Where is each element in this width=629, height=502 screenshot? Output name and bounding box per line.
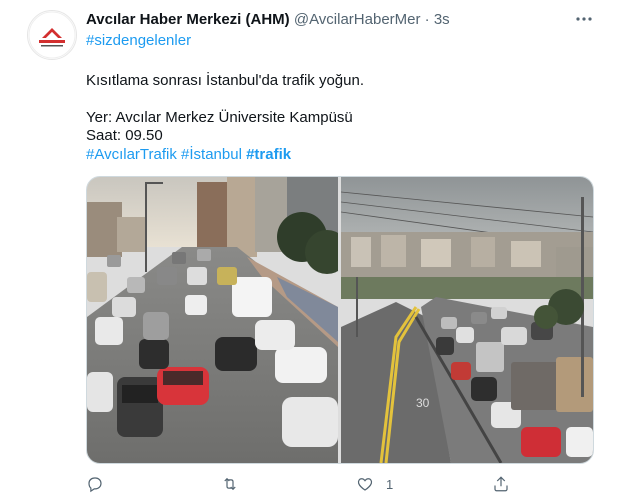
separator-dot: · (424, 11, 430, 28)
tweet-media: 30 (86, 176, 594, 464)
avatar-logo-icon (28, 11, 76, 59)
like-count: 1 (386, 476, 394, 492)
tweet-header: Avcılar Haber Merkezi (AHM) @AvcilarHabe… (86, 11, 450, 29)
hashtag-trafik[interactable]: #trafik (246, 146, 291, 163)
tweet-text-line-3: Saat: 09.50 (86, 127, 163, 144)
retweet-button[interactable] (221, 474, 239, 494)
svg-text:30: 30 (416, 396, 430, 410)
reply-button[interactable] (86, 474, 104, 494)
timestamp[interactable]: 3s (434, 11, 450, 28)
tweet-text-line-2: Yer: Avcılar Merkez Üniversite Kampüsü (86, 109, 353, 126)
traffic-photo-highway[interactable]: 30 (341, 177, 593, 463)
heart-icon (357, 478, 373, 491)
more-dots-icon (576, 17, 592, 21)
hashtag-avcilartrafik[interactable]: #AvcılarTrafik (86, 146, 177, 163)
user-handle[interactable]: @AvcilarHaberMer (294, 11, 421, 28)
share-icon (494, 476, 508, 492)
hashtag-istanbul[interactable]: #İstanbul (181, 146, 242, 163)
reply-icon (88, 477, 102, 493)
avatar[interactable] (27, 10, 77, 60)
hashtag-sizdengelenler[interactable]: #sizdengelenler (86, 32, 191, 50)
tweet[interactable]: Avcılar Haber Merkezi (AHM) @AvcilarHabe… (0, 0, 629, 502)
tweet-text-line-1: Kısıtlama sonrası İstanbul'da trafik yoğ… (86, 72, 365, 89)
retweet-icon (224, 477, 236, 491)
more-options-button[interactable] (574, 9, 594, 29)
tweet-hashtags: #AvcılarTrafik #İstanbul #trafik (86, 146, 291, 164)
display-name[interactable]: Avcılar Haber Merkezi (AHM) (86, 11, 290, 28)
like-button[interactable]: 1 (356, 474, 393, 494)
share-button[interactable] (492, 474, 510, 494)
traffic-photo-street[interactable] (87, 177, 338, 463)
